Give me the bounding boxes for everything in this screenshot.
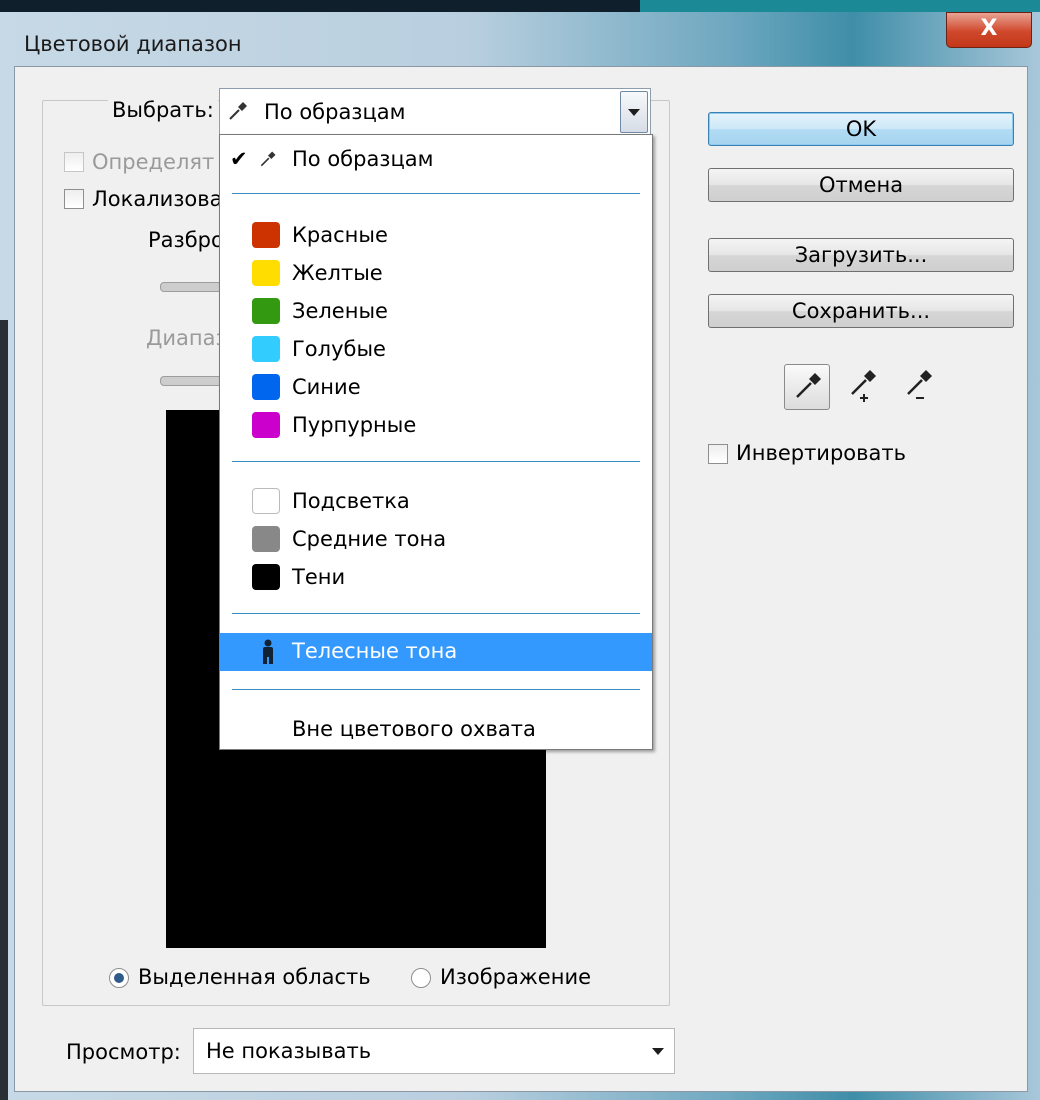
close-button[interactable]: X	[946, 12, 1032, 48]
eyedropper-tool[interactable]	[784, 364, 830, 410]
list-item-out-of-gamut[interactable]: Вне цветового охвата	[220, 711, 652, 749]
color-swatch	[252, 374, 280, 400]
image-radio[interactable]	[411, 968, 431, 988]
list-item-skin-tones[interactable]: Телесные тона	[220, 633, 652, 671]
list-item-cyans[interactable]: Голубые	[220, 331, 652, 369]
list-item-label: Зеленые	[292, 299, 388, 323]
separator	[232, 461, 640, 462]
person-icon	[263, 639, 273, 664]
color-swatch	[252, 298, 280, 324]
list-item-label: Телесные тона	[292, 639, 458, 663]
preview-select-value: Не показывать	[206, 1039, 372, 1063]
invert-label: Инвертировать	[736, 441, 906, 465]
dialog-window: Цветовой диапазон X Выбрать: Определят Л…	[0, 0, 1040, 1100]
window-top-strip	[0, 0, 1040, 12]
list-item-magentas[interactable]: Пурпурные	[220, 407, 652, 445]
subtract-eyedropper-tool[interactable]	[898, 364, 942, 408]
list-item-label: Вне цветового охвата	[292, 717, 536, 741]
list-item-label: Синие	[292, 375, 361, 399]
select-combobox[interactable]: По образцам	[219, 88, 651, 136]
preview-select[interactable]: Не показывать	[193, 1028, 675, 1074]
range-label: Диапаз	[146, 326, 227, 350]
list-item-yellows[interactable]: Желтые	[220, 255, 652, 293]
load-button[interactable]: Загрузить...	[708, 238, 1014, 272]
localized-clusters-checkbox[interactable]	[64, 189, 84, 209]
ok-button[interactable]: OK	[708, 112, 1014, 146]
check-icon: ✔	[230, 147, 248, 171]
eyedropper-icon	[260, 151, 276, 167]
select-label: Выбрать:	[108, 98, 218, 122]
separator	[232, 193, 640, 194]
select-value: По образцам	[264, 100, 406, 124]
list-item-label: Голубые	[292, 337, 386, 361]
select-dropdown-list: ✔ По образцам Красные Желтые Зеленые Гол…	[219, 134, 653, 750]
list-item-label: Тени	[292, 565, 346, 589]
color-swatch	[252, 412, 280, 438]
chevron-down-icon	[652, 1048, 664, 1055]
list-item-blues[interactable]: Синие	[220, 369, 652, 407]
list-item-midtones[interactable]: Средние тона	[220, 521, 652, 559]
selection-radio-label: Выделенная область	[138, 965, 371, 989]
title-bar: Цветовой диапазон	[0, 12, 1040, 68]
eyedropper-minus-icon	[907, 370, 932, 399]
list-item-label: Средние тона	[292, 527, 447, 551]
eyedropper-plus-icon	[851, 370, 876, 402]
list-item-reds[interactable]: Красные	[220, 217, 652, 255]
chevron-down-icon	[628, 109, 640, 116]
background-edge	[0, 320, 8, 1100]
separator	[232, 613, 640, 614]
list-item-highlights[interactable]: Подсветка	[220, 483, 652, 521]
detect-faces-label: Определят	[92, 150, 215, 174]
list-item-samples[interactable]: ✔ По образцам	[220, 141, 652, 179]
save-button[interactable]: Сохранить...	[708, 294, 1014, 328]
color-swatch	[252, 336, 280, 362]
color-swatch	[252, 564, 280, 590]
cancel-button[interactable]: Отмена	[708, 168, 1014, 202]
fuzziness-label: Разбро	[148, 228, 224, 252]
list-item-label: Пурпурные	[292, 413, 417, 437]
list-item-label: Подсветка	[292, 489, 410, 513]
color-swatch	[252, 260, 280, 286]
color-swatch	[252, 526, 280, 552]
list-item-shadows[interactable]: Тени	[220, 559, 652, 597]
window-top-strip-accent	[640, 0, 1040, 12]
list-item-greens[interactable]: Зеленые	[220, 293, 652, 331]
color-swatch	[252, 488, 280, 514]
detect-faces-checkbox[interactable]	[64, 152, 84, 172]
list-item-label: Красные	[292, 223, 388, 247]
list-item-label: По образцам	[292, 147, 434, 171]
eyedropper-icon	[796, 373, 821, 398]
color-swatch	[252, 222, 280, 248]
window-title: Цветовой диапазон	[24, 32, 242, 56]
add-eyedropper-tool[interactable]	[842, 364, 886, 408]
invert-checkbox[interactable]	[708, 444, 728, 464]
selection-radio[interactable]	[109, 968, 129, 988]
list-item-label: Желтые	[292, 261, 383, 285]
localized-clusters-label: Локализова	[92, 187, 223, 211]
eyedropper-icon	[229, 102, 247, 120]
image-radio-label: Изображение	[440, 965, 592, 989]
radio-dot	[114, 973, 124, 983]
select-dropdown-button[interactable]	[620, 91, 648, 133]
separator	[232, 689, 640, 690]
preview-label: Просмотр:	[66, 1040, 181, 1064]
